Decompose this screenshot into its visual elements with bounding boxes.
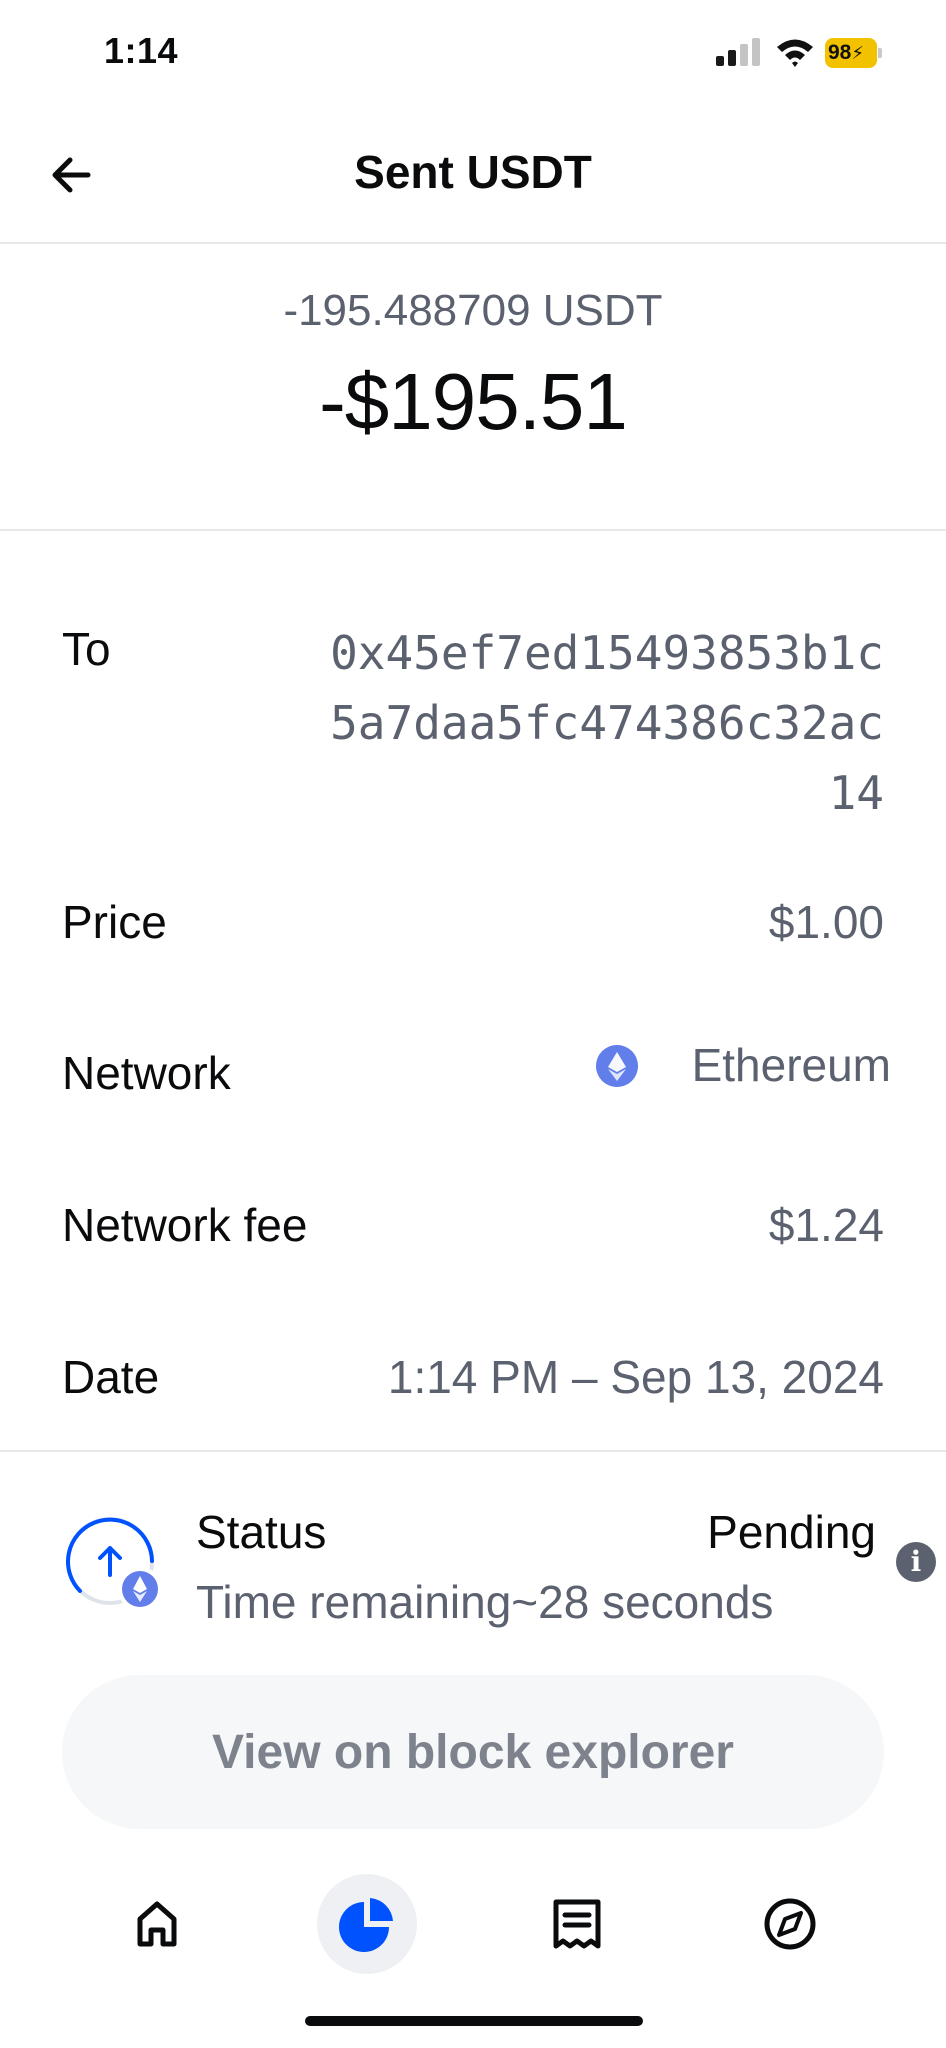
send-pending-icon (66, 1517, 162, 1611)
tab-assets[interactable] (317, 1874, 417, 1974)
ethereum-icon (596, 1045, 638, 1087)
price-label: Price (62, 896, 167, 948)
fiat-amount: -$195.51 (319, 357, 628, 446)
recipient-address[interactable]: 0x45ef7ed15493853b1c5a7daa5fc474386c32ac… (324, 618, 884, 828)
tab-explore[interactable] (740, 1874, 840, 1974)
details-divider (0, 1450, 946, 1452)
cellular-signal-icon (716, 38, 760, 66)
header-divider (0, 242, 946, 244)
date-label: Date (62, 1351, 160, 1403)
amount-divider (0, 529, 946, 531)
battery-level: 98 (828, 41, 852, 64)
pie-chart-icon (339, 1898, 393, 1952)
network-label: Network (62, 1047, 231, 1099)
tab-transactions[interactable] (527, 1874, 627, 1974)
wifi-icon (777, 39, 813, 67)
network-fee-value: $1.24 (768, 1199, 884, 1251)
crypto-amount: -195.488709 USDT (283, 286, 663, 335)
date-value: 1:14 PM – Sep 13, 2024 (387, 1351, 884, 1403)
battery-icon: 98⚡ (825, 38, 882, 68)
home-indicator (305, 2016, 643, 2026)
compass-icon (764, 1898, 816, 1950)
price-value: $1.00 (768, 896, 884, 948)
status-label: Status (196, 1506, 327, 1558)
time-remaining: Time remaining~28 seconds (196, 1576, 774, 1628)
network-fee-label: Network fee (62, 1199, 308, 1251)
network-value: Ethereum (691, 1039, 891, 1091)
receipt-icon (553, 1899, 601, 1949)
info-icon[interactable]: i (896, 1542, 936, 1582)
home-icon (137, 1901, 177, 1947)
tab-home[interactable] (107, 1874, 207, 1974)
to-label: To (62, 623, 111, 675)
status-value: Pending (707, 1506, 876, 1558)
status-bar-time: 1:14 (104, 30, 179, 71)
view-block-explorer-button[interactable]: View on block explorer (62, 1675, 884, 1829)
page-title: Sent USDT (354, 146, 592, 198)
view-block-explorer-label: View on block explorer (212, 1726, 734, 1779)
